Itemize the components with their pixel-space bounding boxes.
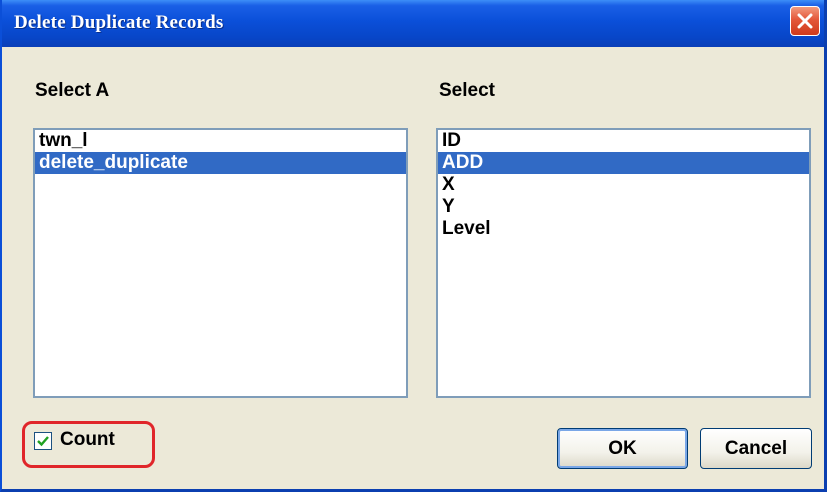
list-item[interactable]: ADD	[438, 152, 809, 174]
close-button[interactable]	[790, 6, 820, 36]
dialog-window: Delete Duplicate Records Select A twn_l d…	[0, 0, 827, 492]
select-column-label: Select	[439, 80, 495, 101]
ok-button[interactable]: OK	[557, 428, 688, 469]
count-label: Count	[60, 429, 115, 450]
list-item[interactable]: X	[438, 174, 809, 196]
check-icon	[37, 436, 49, 447]
list-item[interactable]: ID	[438, 130, 809, 152]
cancel-button[interactable]: Cancel	[700, 428, 812, 469]
title-bar[interactable]: Delete Duplicate Records	[2, 0, 824, 47]
close-icon	[797, 13, 813, 29]
table-listbox[interactable]: twn_l delete_duplicate	[33, 128, 408, 398]
list-item[interactable]: twn_l	[35, 130, 406, 152]
window-title: Delete Duplicate Records	[14, 12, 224, 33]
select-table-label: Select A	[35, 80, 110, 101]
list-item[interactable]: delete_duplicate	[35, 152, 406, 174]
column-listbox[interactable]: ID ADD X Y Level	[436, 128, 811, 398]
list-item[interactable]: Level	[438, 218, 809, 240]
list-item[interactable]: Y	[438, 196, 809, 218]
count-checkbox[interactable]	[34, 432, 52, 450]
